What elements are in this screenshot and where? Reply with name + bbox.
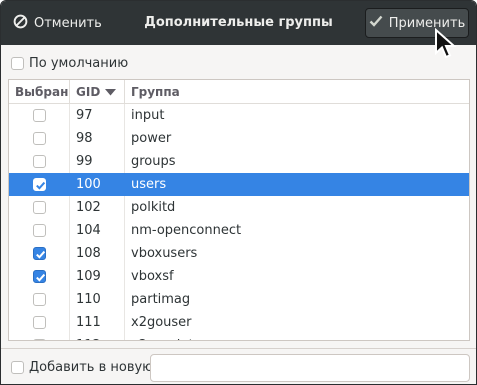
row-checkbox[interactable] [32, 178, 46, 191]
row-checkbox[interactable] [32, 201, 46, 214]
add-new-label: Добавить в новую: [29, 359, 158, 375]
default-checkbox-label: По умолчанию [29, 55, 129, 71]
add-new-checkbox[interactable] [11, 360, 24, 374]
row-checkbox[interactable] [32, 155, 46, 168]
column-header-gid-label: GID [76, 85, 101, 99]
row-checkbox[interactable] [32, 247, 46, 260]
table-row[interactable]: 104 nm-openconnect [9, 219, 469, 242]
dialog-window: Отменить Дополнительные группы Применить… [0, 0, 477, 385]
row-gid: 104 [70, 219, 125, 242]
row-group-name: input [131, 108, 165, 123]
row-checkbox-cell [9, 265, 70, 288]
row-group-name: vboxsf [131, 269, 174, 284]
row-checkbox-cell [9, 334, 70, 340]
mouse-pointer-icon [433, 27, 459, 63]
table-row[interactable]: 102 polkitd [9, 196, 469, 219]
row-checkbox-cell [9, 242, 70, 265]
default-checkbox[interactable] [11, 56, 24, 70]
row-checkbox[interactable] [32, 339, 46, 340]
row-gid: 109 [70, 265, 125, 288]
row-checkbox-cell [9, 288, 70, 311]
groups-table: Выбран GID Группа 97 input 98 power 99 groups… [8, 79, 470, 341]
row-checkbox[interactable] [32, 270, 46, 283]
row-group-name: power [131, 131, 172, 146]
row-group-name: x2goprint [125, 338, 469, 340]
row-group-name: partimag [131, 292, 191, 307]
row-gid: 102 [70, 196, 125, 219]
row-checkbox-cell [9, 127, 70, 150]
table-row[interactable]: 112x2goprint [9, 334, 469, 340]
row-group-name: polkitd [131, 200, 176, 215]
table-row[interactable]: 110 partimag [9, 288, 469, 311]
checkmark-icon [369, 15, 383, 31]
row-checkbox-cell [9, 150, 70, 173]
row-checkbox[interactable] [32, 132, 46, 145]
row-gid: 98 [70, 127, 125, 150]
row-gid: 99 [70, 150, 125, 173]
cancel-label: Отменить [34, 15, 102, 31]
table-row[interactable]: 111 x2gouser [9, 311, 469, 334]
dialog-content: По умолчанию Выбран GID Группа 97 input 98… [1, 45, 476, 384]
new-group-input[interactable] [150, 354, 470, 382]
table-row[interactable]: 108 vboxusers [9, 242, 469, 265]
column-header-group[interactable]: Группа [125, 80, 469, 104]
table-row[interactable]: 109 vboxsf [9, 265, 469, 288]
row-checkbox-cell [9, 173, 70, 196]
row-gid: 108 [70, 242, 125, 265]
row-gid: 100 [70, 173, 125, 196]
row-checkbox-cell [9, 219, 70, 242]
bottom-bar: Добавить в новую: [1, 348, 476, 384]
row-group-name: x2gouser [131, 315, 192, 330]
row-group-name: groups [131, 154, 176, 169]
table-row[interactable]: 99 groups [9, 150, 469, 173]
row-gid: 112 [70, 334, 125, 340]
column-header-gid[interactable]: GID [70, 80, 125, 104]
row-checkbox[interactable] [32, 293, 46, 306]
row-group-name: vboxusers [131, 246, 198, 261]
add-new-row[interactable]: Добавить в новую: [11, 359, 158, 375]
table-row[interactable]: 100 users [9, 173, 469, 196]
header-bar: Отменить Дополнительные группы Применить [1, 1, 476, 45]
row-checkbox-cell [9, 311, 70, 334]
table-row[interactable]: 98 power [9, 127, 469, 150]
row-group-name: users [131, 177, 167, 192]
cancel-icon [13, 14, 28, 33]
table-header: Выбран GID Группа [9, 80, 469, 104]
table-row[interactable]: 97 input [9, 104, 469, 127]
row-checkbox-cell [9, 196, 70, 219]
column-header-selected[interactable]: Выбран [9, 80, 70, 104]
row-gid: 97 [70, 104, 125, 127]
row-gid: 111 [70, 311, 125, 334]
row-gid: 110 [70, 288, 125, 311]
cancel-button[interactable]: Отменить [13, 11, 102, 35]
row-checkbox-cell [9, 104, 70, 127]
row-group-name: nm-openconnect [131, 223, 242, 238]
sort-descending-icon [105, 85, 117, 99]
default-checkbox-row[interactable]: По умолчанию [11, 55, 128, 71]
row-checkbox[interactable] [32, 316, 46, 329]
table-body: 97 input 98 power 99 groups 100 users 102 polkitd… [9, 104, 469, 340]
row-checkbox[interactable] [32, 224, 46, 237]
row-checkbox[interactable] [32, 109, 46, 122]
